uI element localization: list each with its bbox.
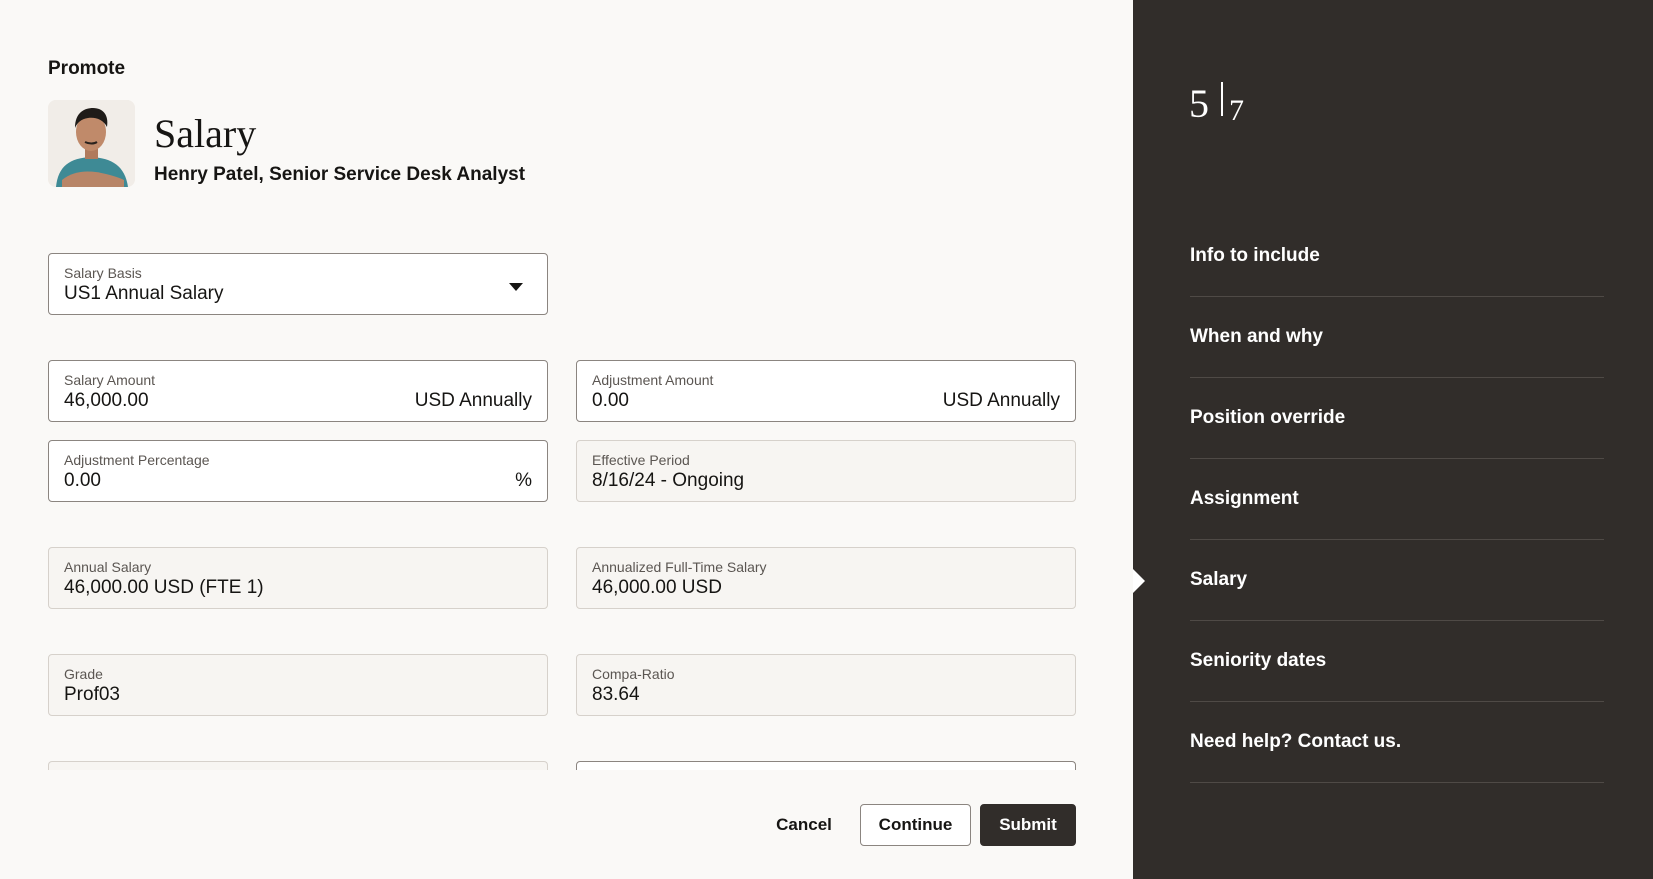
- annual-salary-label: Annual Salary: [64, 559, 152, 575]
- adjustment-percentage-label: Adjustment Percentage: [64, 452, 210, 468]
- cancel-button[interactable]: Cancel: [766, 804, 842, 846]
- step-label: Need help? Contact us.: [1190, 731, 1402, 752]
- grade-value: Prof03: [64, 684, 120, 705]
- total-steps-number: 7: [1229, 94, 1244, 127]
- task-name: Promote: [48, 58, 126, 79]
- main-panel: Promote Salary Henry Patel, Senior Servi…: [0, 0, 1133, 879]
- salary-amount-label: Salary Amount: [64, 372, 156, 388]
- percent-unit: %: [515, 470, 532, 491]
- annual-salary-field: Annual Salary 46,000.00 USD (FTE 1): [48, 547, 548, 609]
- effective-period-value: 8/16/24 - Ongoing: [592, 470, 745, 491]
- adjustment-amount-label: Adjustment Amount: [592, 372, 714, 388]
- current-step-number: 5: [1189, 81, 1209, 126]
- step-position-override[interactable]: Position override: [1190, 378, 1604, 459]
- salary-amount-value: 46,000.00: [64, 390, 149, 411]
- step-when-and-why[interactable]: When and why: [1190, 297, 1604, 378]
- salary-amount-field[interactable]: Salary Amount 46,000.00 USD Annually: [48, 360, 548, 422]
- adjustment-percentage-value: 0.00: [64, 470, 101, 491]
- person-photo-icon: [48, 100, 135, 187]
- compa-ratio-label: Compa-Ratio: [592, 666, 675, 682]
- compa-ratio-field: Compa-Ratio 83.64: [576, 654, 1076, 716]
- step-list: Info to include When and why Position ov…: [1190, 216, 1604, 783]
- effective-period-label: Effective Period: [592, 452, 690, 468]
- clipped-field-right: [576, 761, 1076, 770]
- effective-period-field: Effective Period 8/16/24 - Ongoing: [576, 440, 1076, 502]
- adjustment-amount-field[interactable]: Adjustment Amount 0.00 USD Annually: [576, 360, 1076, 422]
- current-step-marker-icon: [1133, 569, 1145, 593]
- step-label: Info to include: [1190, 245, 1320, 266]
- submit-button[interactable]: Submit: [980, 804, 1076, 846]
- clipped-field-left: [48, 761, 548, 770]
- adjustment-amount-value: 0.00: [592, 390, 629, 411]
- step-label: Salary: [1190, 569, 1248, 590]
- grade-field: Grade Prof03: [48, 654, 548, 716]
- annual-salary-value: 46,000.00 USD (FTE 1): [64, 577, 264, 598]
- salary-amount-unit: USD Annually: [414, 390, 532, 411]
- help-contact-link[interactable]: Need help? Contact us.: [1190, 702, 1604, 783]
- step-salary[interactable]: Salary: [1190, 540, 1604, 621]
- salary-basis-value: US1 Annual Salary: [64, 283, 224, 304]
- employee-name-title: Henry Patel, Senior Service Desk Analyst: [154, 164, 526, 185]
- adjustment-amount-unit: USD Annually: [942, 390, 1060, 411]
- grade-label: Grade: [64, 666, 103, 682]
- salary-basis-label: Salary Basis: [64, 265, 142, 281]
- progress-divider: [1221, 82, 1223, 116]
- salary-basis-select[interactable]: Salary Basis US1 Annual Salary: [48, 253, 548, 315]
- compa-ratio-value: 83.64: [592, 684, 640, 705]
- page-title: Salary: [154, 111, 257, 156]
- step-label: Assignment: [1190, 488, 1299, 509]
- step-assignment[interactable]: Assignment: [1190, 459, 1604, 540]
- guided-process-rail: 5 7 Info to include When and why Positio…: [1133, 0, 1653, 879]
- avatar: [48, 100, 135, 187]
- step-info-to-include[interactable]: Info to include: [1190, 216, 1604, 297]
- step-label: Seniority dates: [1190, 650, 1327, 671]
- adjustment-percentage-field[interactable]: Adjustment Percentage 0.00 %: [48, 440, 548, 502]
- annualized-full-time-salary-label: Annualized Full-Time Salary: [592, 559, 767, 575]
- annualized-full-time-salary-field: Annualized Full-Time Salary 46,000.00 US…: [576, 547, 1076, 609]
- continue-button[interactable]: Continue: [860, 804, 971, 846]
- step-label: Position override: [1190, 407, 1346, 428]
- caret-down-icon[interactable]: [509, 283, 523, 291]
- annualized-full-time-salary-value: 46,000.00 USD: [592, 577, 722, 598]
- step-label: When and why: [1190, 326, 1323, 347]
- step-seniority-dates[interactable]: Seniority dates: [1190, 621, 1604, 702]
